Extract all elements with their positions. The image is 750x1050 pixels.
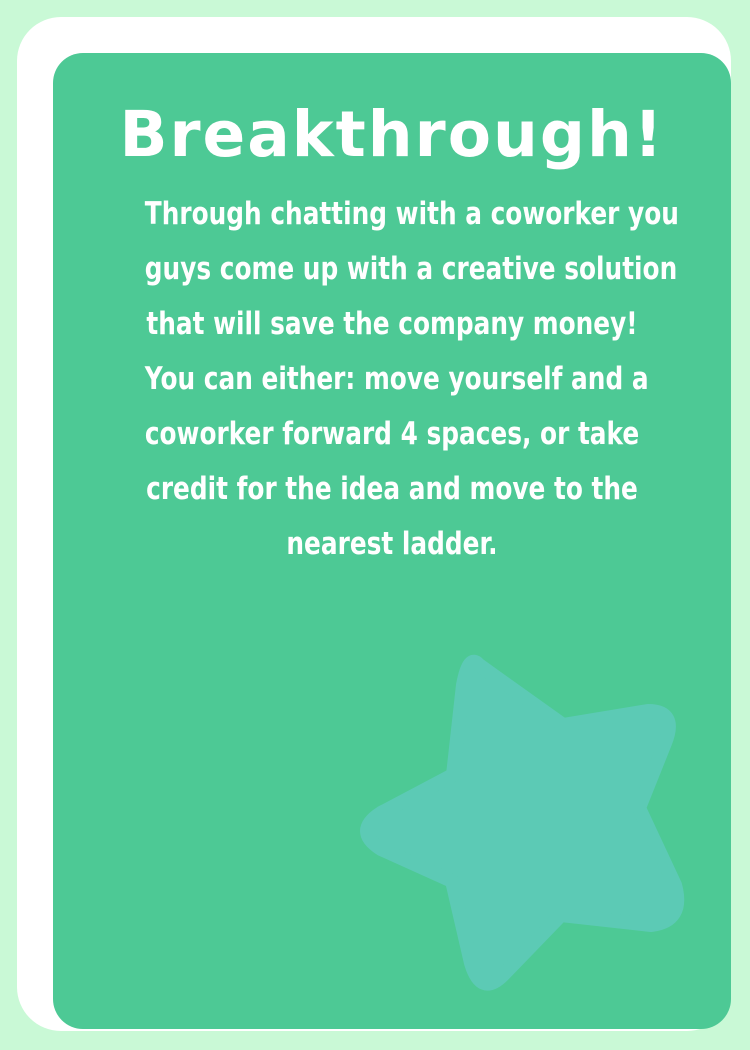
card-body: Through chatting with a coworker you guy… [144,187,679,572]
card-border: Breakthrough! Through chatting with a co… [17,17,731,1031]
card-body-line: coworker forward 4 spaces, or take [144,416,640,452]
card-body-line: Through chatting with a coworker you [144,196,679,232]
card-body-line: nearest ladder. [286,526,498,562]
card-body-line: that will save the company money! [146,306,638,342]
card-body-line: credit for the idea and move to the [146,471,638,507]
card-body-line: You can either: move yourself and a [144,361,649,397]
card-body-line: guys come up with a creative solution [144,251,678,287]
card[interactable]: Breakthrough! Through chatting with a co… [53,53,731,1029]
card-title: Breakthrough! [119,98,665,171]
